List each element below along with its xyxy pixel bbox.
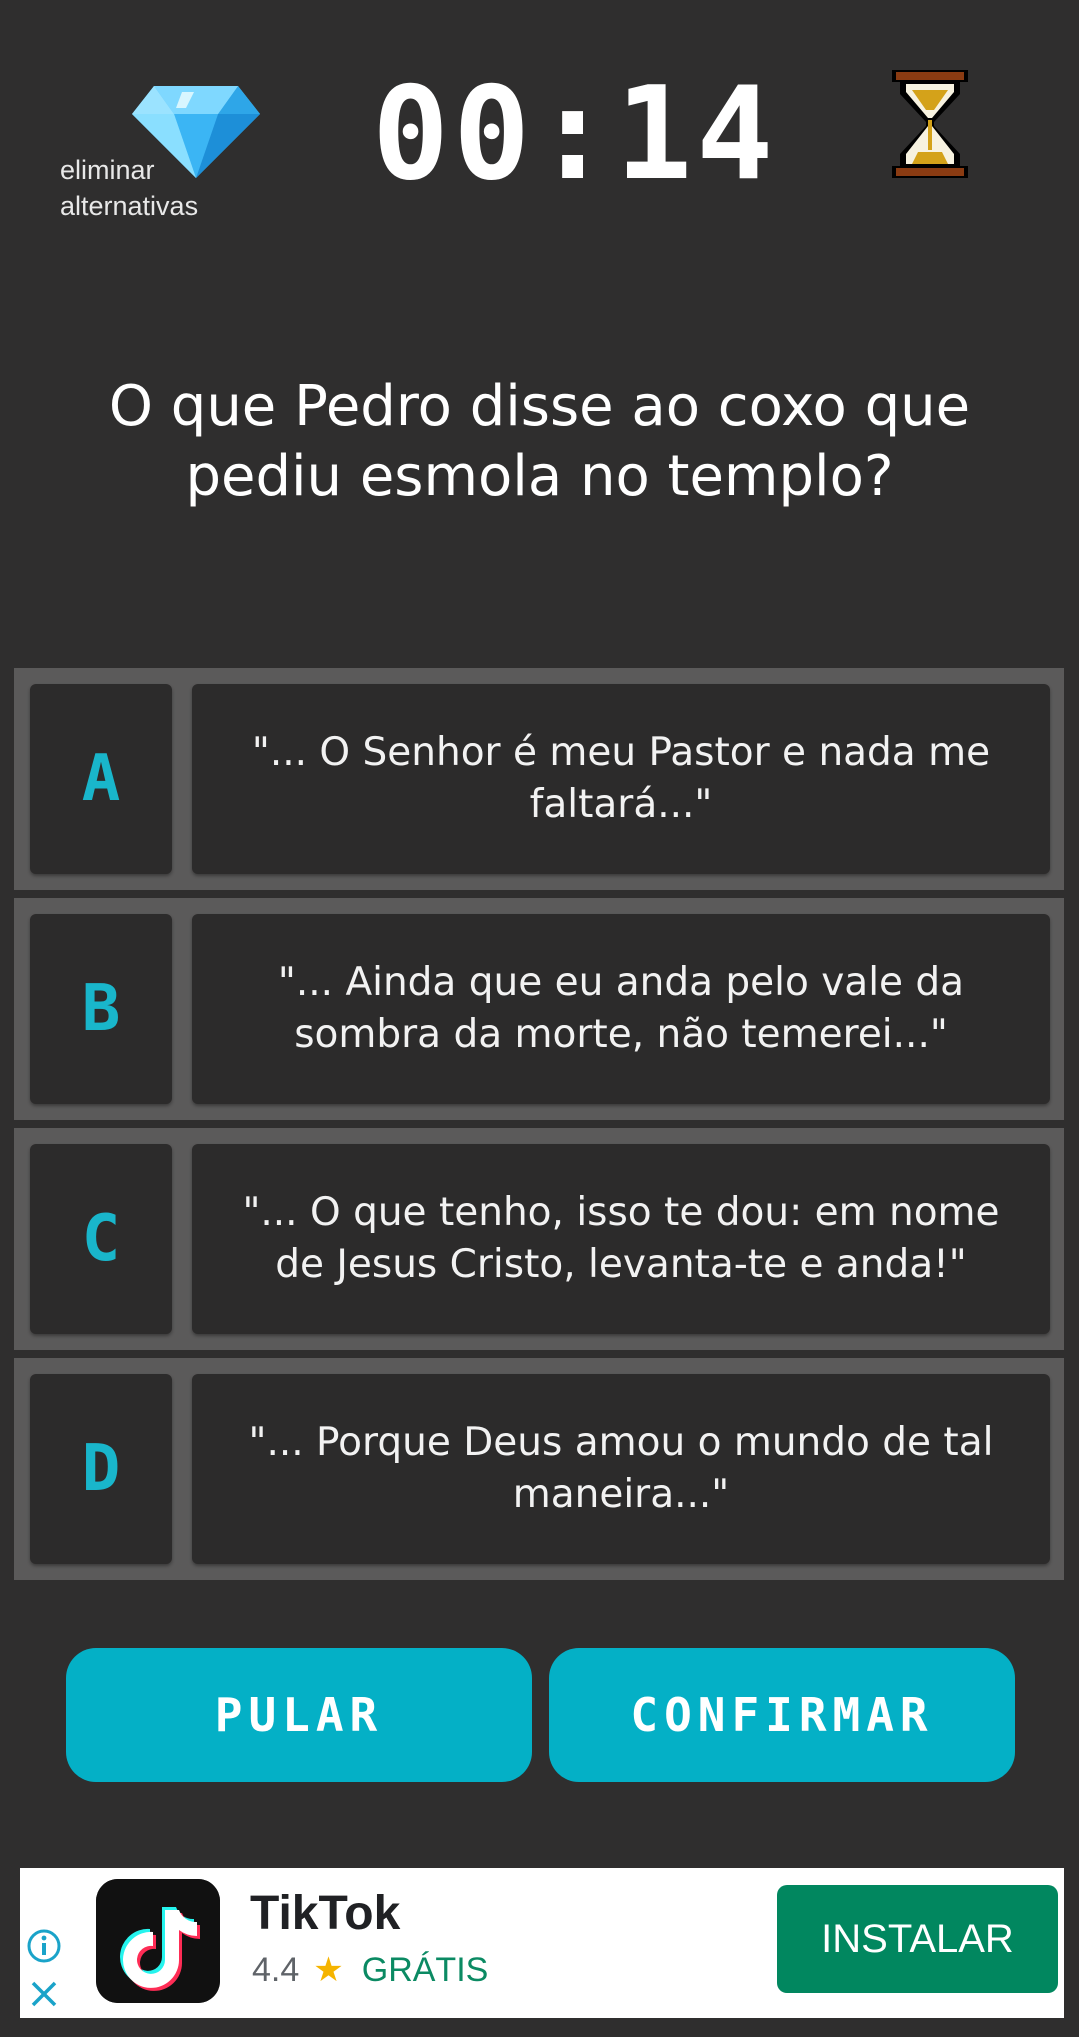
powerup-label-line1: eliminar — [60, 155, 155, 185]
answer-text-box: "... O Senhor é meu Pastor e nada me fal… — [192, 684, 1050, 874]
answer-text-box: "... Porque Deus amou o mundo de tal man… — [192, 1374, 1050, 1564]
question-text: O que Pedro disse ao coxo que pediu esmo… — [108, 374, 971, 509]
countdown-timer: 00:14 — [372, 60, 778, 209]
answer-option-d[interactable]: D "... Porque Deus amou o mundo de tal m… — [14, 1358, 1064, 1580]
install-button[interactable]: INSTALAR — [777, 1885, 1058, 1993]
ad-app-name: TikTok — [250, 1887, 401, 1940]
answer-text: "... O Senhor é meu Pastor e nada me fal… — [251, 730, 991, 827]
answer-list: A "... O Senhor é meu Pastor e nada me f… — [14, 668, 1064, 1588]
tiktok-logo-icon — [96, 1879, 220, 2003]
answer-letter-box: D — [30, 1374, 172, 1564]
ad-price: GRÁTIS — [361, 1950, 489, 1989]
star-icon: ★ — [313, 1951, 344, 1989]
quiz-screen: eliminar alternativas 00:14 O que Pedro … — [0, 0, 1079, 2037]
ad-rating-row: 4.4 ★ GRÁTIS — [252, 1950, 488, 1990]
answer-letter-box: C — [30, 1144, 172, 1334]
answer-text: "... Ainda que eu anda pelo vale da somb… — [277, 960, 965, 1057]
powerup-label: eliminar alternativas — [60, 152, 280, 224]
confirm-button[interactable]: CONFIRMAR — [549, 1648, 1015, 1782]
powerup-label-line2: alternativas — [60, 191, 199, 221]
answer-text-box: "... Ainda que eu anda pelo vale da somb… — [192, 914, 1050, 1104]
answer-option-c[interactable]: C "... O que tenho, isso te dou: em nome… — [14, 1128, 1064, 1350]
answer-letter-box: A — [30, 684, 172, 874]
info-icon[interactable] — [26, 1928, 62, 1964]
hourglass-icon[interactable] — [890, 70, 970, 178]
answer-letter-box: B — [30, 914, 172, 1104]
ad-rating-value: 4.4 — [252, 1950, 300, 1989]
skip-button[interactable]: PULAR — [66, 1648, 532, 1782]
answer-option-a[interactable]: A "... O Senhor é meu Pastor e nada me f… — [14, 668, 1064, 890]
answer-option-b[interactable]: B "... Ainda que eu anda pelo vale da so… — [14, 898, 1064, 1120]
answer-text: "... Porque Deus amou o mundo de tal man… — [248, 1420, 994, 1517]
answer-text-box: "... O que tenho, isso te dou: em nome d… — [192, 1144, 1050, 1334]
eliminate-alternatives-powerup[interactable]: eliminar alternativas — [58, 80, 278, 225]
tiktok-app-icon[interactable] — [96, 1879, 220, 2003]
close-icon[interactable] — [28, 1978, 60, 2010]
answer-letter: A — [81, 742, 121, 816]
answer-letter: B — [81, 972, 121, 1046]
answer-letter: D — [81, 1432, 121, 1506]
answer-letter: C — [81, 1202, 121, 1276]
ad-banner[interactable]: TikTok 4.4 ★ GRÁTIS INSTALAR — [20, 1868, 1064, 2018]
answer-text: "... O que tenho, isso te dou: em nome d… — [242, 1190, 1000, 1287]
